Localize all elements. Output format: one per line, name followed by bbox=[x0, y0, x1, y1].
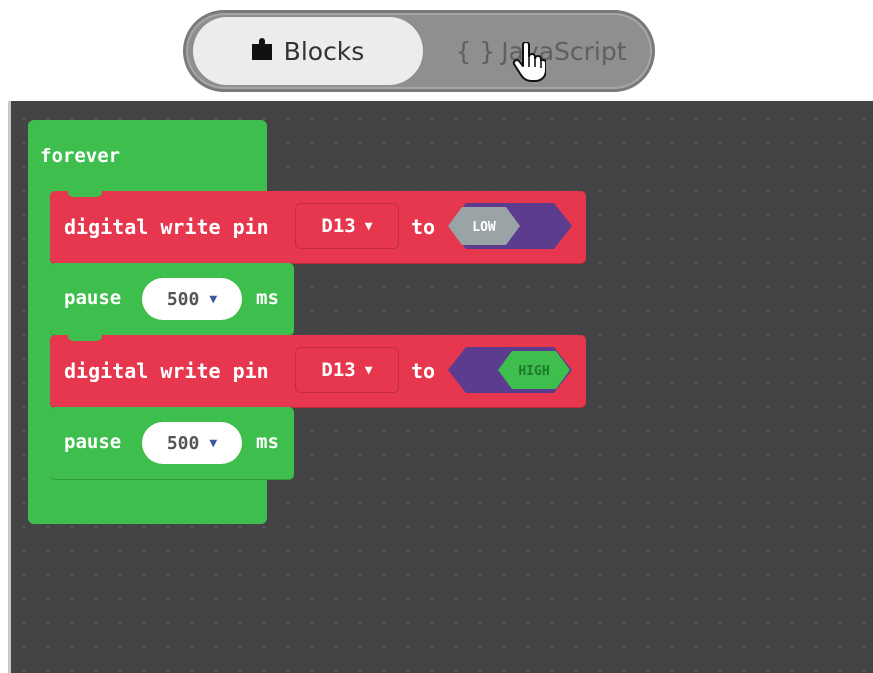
pause-label: pause bbox=[64, 431, 122, 453]
forever-label: forever bbox=[40, 145, 121, 167]
blocks-tab[interactable]: Blocks bbox=[193, 17, 423, 85]
ms-label: ms bbox=[256, 431, 279, 453]
pause-block[interactable]: pause 500 ▼ ms bbox=[50, 263, 294, 335]
to-label: to bbox=[411, 359, 436, 383]
low-value: LOW bbox=[472, 220, 496, 235]
hand-pointer-icon bbox=[512, 41, 547, 86]
digital-write-block-high[interactable]: digital write pin D13 ▼ to HIGH bbox=[50, 335, 586, 407]
puzzle-piece-icon bbox=[251, 36, 272, 66]
value-slot[interactable]: HIGH bbox=[448, 347, 574, 397]
digital-write-block-low[interactable]: digital write pin D13 ▼ to LOW bbox=[50, 191, 586, 263]
pin-dropdown[interactable]: D13 ▼ bbox=[295, 347, 399, 393]
blocks-tab-label: Blocks bbox=[283, 36, 365, 66]
to-label: to bbox=[411, 215, 436, 239]
pause-duration-dropdown[interactable]: 500 ▼ bbox=[142, 278, 242, 320]
editor-toggle: Blocks { } JavaScript bbox=[183, 10, 655, 92]
triangle-down-icon: ▼ bbox=[364, 362, 373, 378]
block-notch bbox=[68, 191, 102, 197]
digital-write-label: digital write pin bbox=[64, 359, 269, 383]
triangle-down-icon: ▼ bbox=[209, 435, 218, 451]
pin-value: D13 bbox=[321, 215, 356, 237]
pause-duration-value: 500 bbox=[166, 288, 200, 310]
pause-block[interactable]: pause 500 ▼ ms bbox=[50, 407, 294, 479]
pin-dropdown[interactable]: D13 ▼ bbox=[295, 203, 399, 249]
digital-write-label: digital write pin bbox=[64, 215, 269, 239]
pause-label: pause bbox=[64, 287, 122, 309]
triangle-down-icon: ▼ bbox=[209, 291, 218, 307]
high-value: HIGH bbox=[518, 364, 549, 379]
block-notch bbox=[68, 335, 102, 341]
pause-duration-value: 500 bbox=[166, 432, 200, 454]
ms-label: ms bbox=[256, 287, 279, 309]
braces-icon: { } bbox=[455, 36, 496, 66]
triangle-down-icon: ▼ bbox=[364, 218, 373, 234]
pause-duration-dropdown[interactable]: 500 ▼ bbox=[142, 422, 242, 464]
value-slot[interactable]: LOW bbox=[448, 203, 574, 253]
pin-value: D13 bbox=[321, 359, 356, 381]
